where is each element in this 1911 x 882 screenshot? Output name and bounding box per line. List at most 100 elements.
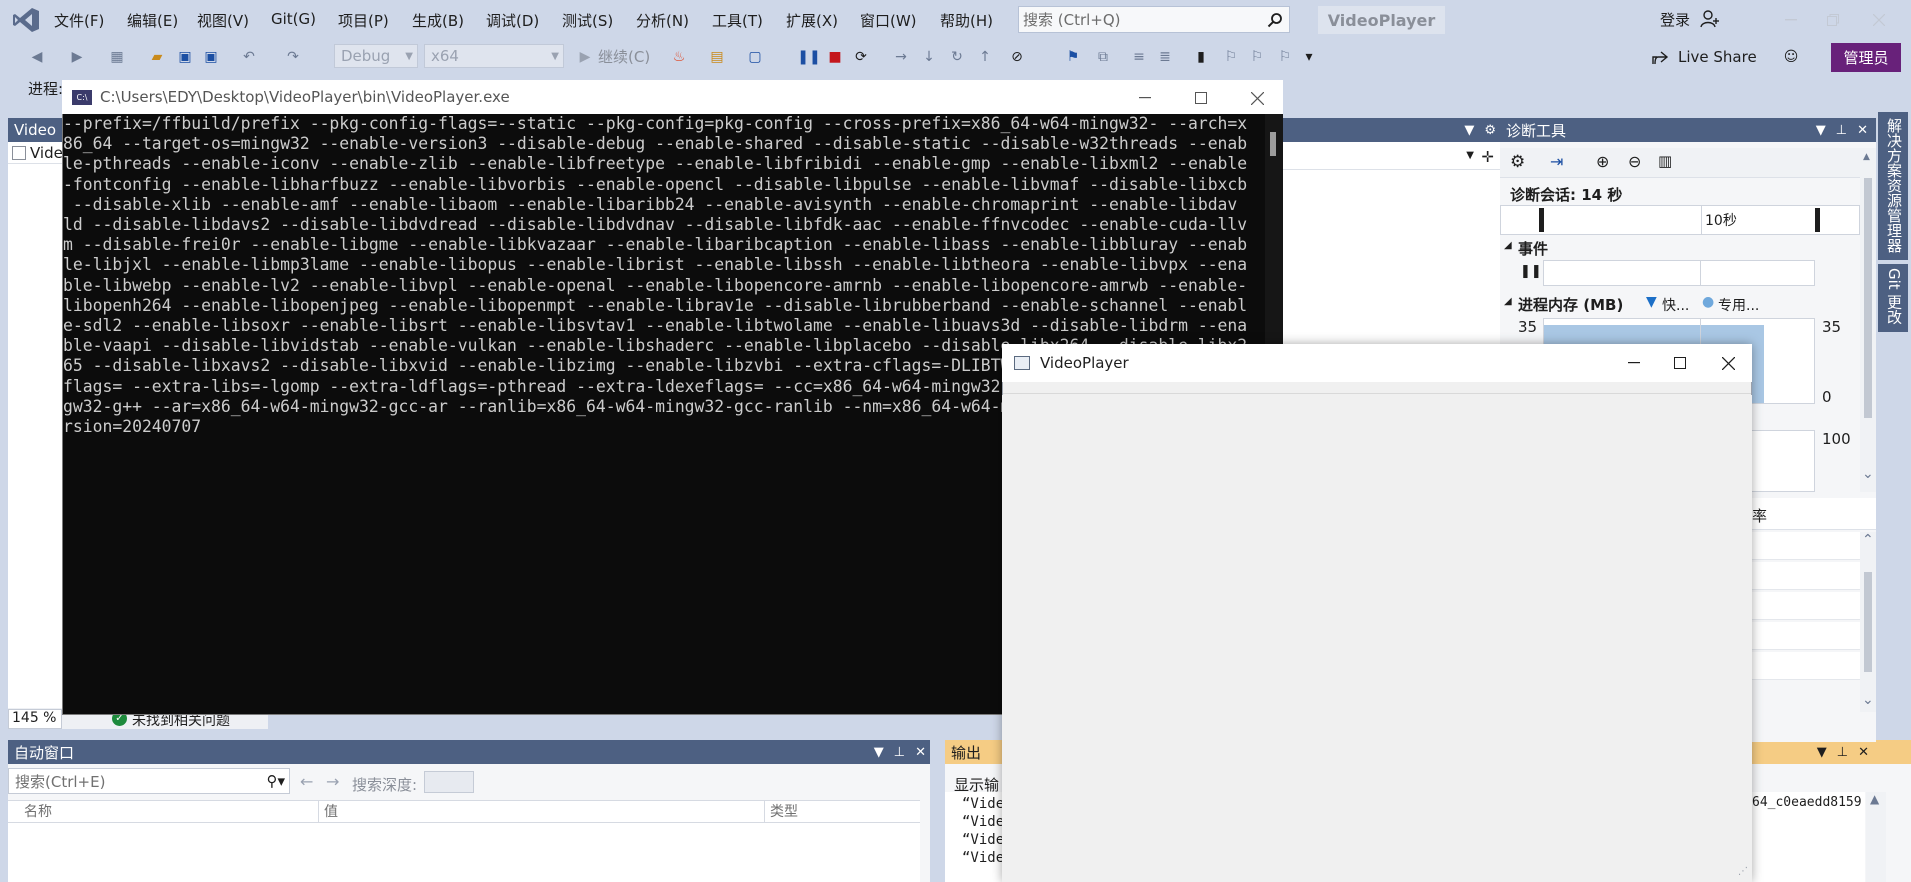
pause-icon[interactable]: ❚❚: [1520, 264, 1542, 279]
collapse-icon[interactable]: ◢: [1504, 296, 1512, 307]
menu-view[interactable]: 视图(V): [197, 10, 249, 31]
undo-icon[interactable]: ↶: [240, 48, 258, 66]
step-over-icon[interactable]: ↻: [948, 48, 966, 66]
video-canvas[interactable]: [1002, 395, 1752, 882]
maximize-icon[interactable]: [1191, 88, 1211, 108]
scroll-up-icon[interactable]: ⌃: [1862, 532, 1874, 548]
menu-analyze[interactable]: 分析(N): [636, 10, 689, 31]
solution-panel-header[interactable]: Video: [8, 118, 64, 142]
close-icon[interactable]: [1718, 353, 1738, 373]
cpu-usage-tab[interactable]: 率: [1752, 505, 1767, 526]
collapse-icon[interactable]: ◢: [1504, 240, 1512, 251]
menu-build[interactable]: 生成(B): [412, 10, 464, 31]
toolbar-overflow-icon[interactable]: ▾: [1300, 48, 1318, 66]
restore-icon[interactable]: [1820, 8, 1846, 32]
export-icon[interactable]: ⇥: [1550, 152, 1563, 171]
column-name-header[interactable]: 名称: [24, 800, 52, 822]
dropdown-icon[interactable]: ▼: [1817, 745, 1827, 760]
hex-display-icon[interactable]: ⊘: [1008, 48, 1026, 66]
scroll-down-icon[interactable]: ⌄: [1862, 466, 1874, 482]
clear-bookmarks-icon[interactable]: ⚐: [1276, 48, 1294, 66]
scroll-thumb[interactable]: [1864, 178, 1872, 418]
forward-icon[interactable]: →: [326, 772, 339, 791]
zoom-in-icon[interactable]: ⊕: [1596, 152, 1609, 171]
close-icon[interactable]: [1866, 8, 1892, 32]
legend-fast-label[interactable]: 快...: [1662, 295, 1689, 315]
back-icon[interactable]: ←: [300, 772, 313, 791]
chevron-down-icon[interactable]: ▼: [1466, 150, 1474, 161]
diag-timeline[interactable]: 10秒: [1500, 205, 1860, 235]
prev-bookmark-icon[interactable]: ⚐: [1222, 48, 1240, 66]
search-input[interactable]: 搜索 (Ctrl+Q): [1018, 6, 1290, 33]
close-icon[interactable]: ✕: [915, 745, 926, 760]
bookmark-icon[interactable]: ▮: [1192, 48, 1210, 66]
settings-icon[interactable]: ⚙: [1484, 123, 1496, 138]
restart-icon[interactable]: ⟳: [852, 48, 870, 66]
diag-summary-row[interactable]: [1752, 562, 1860, 590]
back-icon[interactable]: ◀: [28, 48, 46, 66]
legend-private-label[interactable]: 专用...: [1718, 295, 1759, 315]
pin-icon[interactable]: ⊥: [1836, 123, 1847, 138]
step-into-icon[interactable]: ↓: [920, 48, 938, 66]
menu-test[interactable]: 测试(S): [562, 10, 613, 31]
editor-nav-label[interactable]: Vide: [30, 144, 63, 162]
minimize-icon[interactable]: [1135, 88, 1155, 108]
login-link[interactable]: 登录: [1660, 9, 1690, 30]
menu-debug[interactable]: 调试(D): [486, 10, 539, 31]
menu-help[interactable]: 帮助(H): [940, 10, 993, 31]
show-next-statement-icon[interactable]: →: [892, 48, 910, 66]
forward-icon[interactable]: ▶: [68, 48, 86, 66]
scroll-thumb[interactable]: [1864, 572, 1872, 672]
scroll-up-icon[interactable]: ▲: [1863, 152, 1870, 162]
menu-git[interactable]: Git(G): [271, 10, 316, 28]
new-project-icon[interactable]: ▦: [108, 48, 126, 66]
pause-icon[interactable]: ❚❚: [797, 48, 820, 66]
minimize-icon[interactable]: [1624, 353, 1644, 373]
close-icon[interactable]: ✕: [1857, 123, 1868, 138]
diag-scrollbar[interactable]: ▲ ⌄: [1860, 148, 1876, 492]
resize-grip-icon[interactable]: ⋰: [1738, 866, 1748, 877]
column-divider[interactable]: [764, 800, 765, 822]
thread-icon[interactable]: ⚑: [1064, 48, 1082, 66]
diag-summary-row[interactable]: [1752, 652, 1860, 680]
menu-window[interactable]: 窗口(W): [860, 10, 917, 31]
timeline-end-marker[interactable]: [1815, 208, 1820, 232]
console-scroll-thumb[interactable]: [1270, 132, 1276, 156]
open-folder-icon[interactable]: ▰: [148, 48, 166, 66]
diag-panel-header[interactable]: 诊断工具 ▼ ⊥ ✕: [1500, 118, 1876, 142]
diag-summary-row[interactable]: [1752, 622, 1860, 650]
hot-reload-icon[interactable]: ♨: [670, 48, 688, 66]
menu-project[interactable]: 项目(P): [338, 10, 389, 31]
stop-icon[interactable]: ■: [826, 48, 844, 66]
videoplayer-title-bar[interactable]: VideoPlayer: [1002, 344, 1752, 382]
column-type-header[interactable]: 类型: [770, 800, 798, 822]
dropdown-icon[interactable]: ▼: [1816, 123, 1826, 138]
minimize-icon[interactable]: [1778, 8, 1804, 32]
save-all-icon[interactable]: ▣: [202, 48, 220, 66]
admin-badge[interactable]: 管理员: [1831, 43, 1901, 72]
zoom-dropdown[interactable]: 145 %: [8, 708, 62, 729]
configuration-dropdown[interactable]: Debug ▼: [334, 44, 418, 68]
live-share-button[interactable]: Live Share: [1678, 48, 1757, 66]
user-add-icon[interactable]: [1700, 9, 1720, 29]
diag-summary-row[interactable]: [1752, 532, 1860, 560]
pin-icon[interactable]: ⊥: [1837, 745, 1848, 760]
menu-tools[interactable]: 工具(T): [712, 10, 763, 31]
column-value-header[interactable]: 值: [324, 800, 338, 822]
stack-frame-icon[interactable]: ⧉: [1094, 48, 1112, 66]
device-icon[interactable]: ▢: [746, 48, 764, 66]
console-title-bar[interactable]: C:\ C:\Users\EDY\Desktop\VideoPlayer\bin…: [62, 80, 1283, 114]
gear-icon[interactable]: ⚙: [1510, 152, 1525, 172]
feedback-icon[interactable]: ☺: [1782, 48, 1800, 66]
dropdown-icon[interactable]: ▼: [1464, 123, 1474, 138]
visual-studio-logo-icon[interactable]: [12, 7, 40, 33]
autos-panel-header[interactable]: 自动窗口 ▼ ⊥ ✕: [8, 740, 930, 764]
save-icon[interactable]: ▣: [176, 48, 194, 66]
zoom-out-icon[interactable]: ⊖: [1628, 152, 1641, 171]
uncomment-icon[interactable]: ≣: [1156, 48, 1174, 66]
comment-icon[interactable]: ≡: [1130, 48, 1148, 66]
dropdown-icon[interactable]: ▼: [874, 745, 884, 760]
output-scrollbar[interactable]: ▲: [1866, 792, 1886, 882]
diag-summary-row[interactable]: [1752, 592, 1860, 620]
summary-scrollbar[interactable]: ⌃ ⌄: [1860, 532, 1876, 712]
